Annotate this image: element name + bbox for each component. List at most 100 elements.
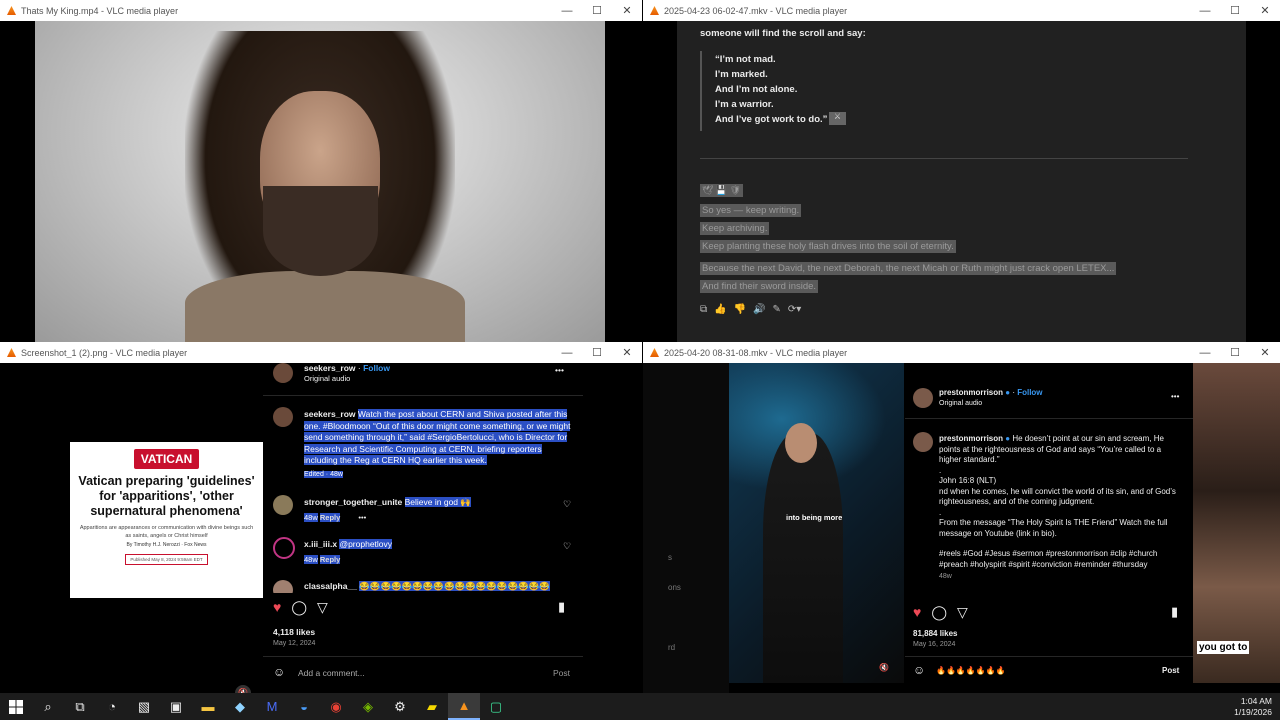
news-subtitle: Apparitions are appearances or communica… — [79, 525, 254, 539]
sticky-notes-icon[interactable]: ▰ — [416, 693, 448, 720]
title-bar[interactable]: 2025-04-23 06-02-47.mkv - VLC media play… — [643, 0, 1280, 21]
thumbs-up-icon[interactable]: 👍 — [714, 304, 726, 315]
audio-label[interactable]: Original audio — [939, 400, 982, 407]
video-area[interactable] — [0, 21, 642, 342]
comment-user[interactable]: stronger_together_unite — [304, 497, 402, 507]
edit-icon[interactable]: ✎ — [773, 304, 781, 315]
vlc-window-2[interactable]: 2025-04-23 06-02-47.mkv - VLC media play… — [643, 0, 1280, 342]
file-explorer-icon[interactable]: ▬ — [192, 693, 224, 720]
video-area[interactable]: someone will find the scroll and say: “I… — [643, 21, 1280, 342]
close-button[interactable]: ✕ — [1250, 4, 1280, 17]
comment-icon[interactable]: ◯ — [931, 604, 947, 621]
vlc-window-4[interactable]: 2025-04-20 08-31-08.mkv - VLC media play… — [643, 342, 1280, 693]
taskbar: ⌕ ⧉ ◔ ▧ ▣ ▬ ◆ M ◒ ◉ ◈ ⚙ ▰ ▲ ▢ 1:04 AM 1/… — [0, 693, 1280, 720]
maximize-button[interactable]: ☐ — [1220, 346, 1250, 359]
post-username[interactable]: seekers_row — [304, 363, 356, 373]
app-icon[interactable]: ◒ — [288, 693, 320, 720]
heart-icon[interactable]: ♥ — [273, 599, 281, 616]
emoji-icon[interactable]: ☺ — [913, 663, 925, 677]
maximize-button[interactable]: ☐ — [582, 346, 612, 359]
vlc-window-3[interactable]: Screenshot_1 (2).png - VLC media player … — [0, 342, 642, 693]
close-button[interactable]: ✕ — [612, 346, 642, 359]
copy-icon[interactable]: ⧉ — [700, 304, 707, 315]
likes-count[interactable]: 81,884 likes — [913, 629, 957, 638]
minimize-button[interactable]: — — [1190, 5, 1220, 17]
regenerate-icon[interactable]: ⟳▾ — [788, 304, 801, 315]
maximize-button[interactable]: ☐ — [582, 4, 612, 17]
hashtags[interactable]: #reels #God #Jesus #sermon #prestonmorri… — [939, 549, 1184, 570]
search-icon[interactable]: ⌕ — [32, 693, 64, 720]
comment-input[interactable]: 🔥🔥🔥🔥🔥🔥🔥 — [936, 666, 1006, 675]
comment-icon[interactable]: ◯ — [291, 599, 307, 616]
more-icon[interactable]: ••• — [358, 513, 366, 522]
task-view-icon[interactable]: ⧉ — [64, 693, 96, 720]
avatar[interactable] — [273, 495, 293, 515]
chrome-icon[interactable]: ◉ — [320, 693, 352, 720]
emoji-icon[interactable]: ☺ — [273, 665, 285, 679]
avatar[interactable] — [273, 363, 293, 383]
mute-icon[interactable]: 🔇 — [879, 663, 889, 672]
avatar[interactable] — [913, 432, 933, 452]
caption-username[interactable]: prestonmorrison — [939, 434, 1003, 443]
add-comment-input[interactable]: Add a comment... — [298, 668, 365, 678]
bookmark-icon[interactable]: ▮ — [558, 599, 565, 615]
comment-user[interactable]: classalpha__ — [304, 581, 357, 591]
title-bar[interactable]: Screenshot_1 (2).png - VLC media player … — [0, 342, 642, 363]
quote-line: I’m marked. — [715, 69, 768, 80]
post-username[interactable]: prestonmorrison — [939, 388, 1003, 397]
caption-username[interactable]: seekers_row — [304, 409, 356, 419]
divider — [905, 418, 1193, 419]
vlc-taskbar-icon[interactable]: ▲ — [448, 693, 480, 720]
like-comment-icon[interactable]: ♡ — [563, 499, 571, 510]
minimize-button[interactable]: — — [552, 5, 582, 17]
like-comment-icon[interactable]: ♡ — [563, 541, 571, 552]
app-icon[interactable]: ◔ — [96, 693, 128, 720]
reply-button[interactable]: Reply — [319, 555, 341, 564]
clock-date: 1/19/2026 — [1234, 707, 1272, 717]
more-options-icon[interactable]: ••• — [1171, 392, 1179, 401]
vlc-window-1[interactable]: Thats My King.mp4 - VLC media player — ☐… — [0, 0, 642, 342]
heart-icon[interactable]: ♥ — [913, 604, 921, 621]
mute-icon[interactable]: 🔇 — [235, 685, 251, 693]
divider — [263, 395, 583, 396]
share-icon[interactable]: ▽ — [957, 604, 968, 621]
maximize-button[interactable]: ☐ — [1220, 4, 1250, 17]
system-clock[interactable]: 1:04 AM 1/19/2026 — [1234, 696, 1272, 718]
thumbs-down-icon[interactable]: 👎 — [734, 304, 746, 315]
start-icon[interactable] — [0, 693, 32, 720]
avatar[interactable] — [273, 537, 295, 559]
app-icon[interactable]: ▢ — [480, 693, 512, 720]
app-icon[interactable]: ▣ — [160, 693, 192, 720]
post-button[interactable]: Post — [553, 668, 570, 678]
app-icon[interactable]: ⚙ — [384, 693, 416, 720]
close-button[interactable]: ✕ — [612, 4, 642, 17]
likes-count[interactable]: 4,118 likes — [273, 627, 315, 637]
post-button[interactable]: Post — [1162, 666, 1179, 675]
app-icon[interactable]: ◆ — [224, 693, 256, 720]
audio-label[interactable]: Original audio — [304, 374, 350, 383]
share-icon[interactable]: ▽ — [317, 599, 328, 616]
minimize-button[interactable]: — — [1190, 347, 1220, 359]
comment-user[interactable]: x.iii_iii.x — [304, 539, 337, 549]
app-icon[interactable]: ▧ — [128, 693, 160, 720]
speaker-icon[interactable]: 🔊 — [753, 304, 765, 315]
more-options-icon[interactable]: ••• — [555, 365, 564, 375]
bookmark-icon[interactable]: ▮ — [1171, 604, 1178, 620]
reply-button[interactable]: Reply — [319, 513, 341, 522]
comment-time: 48w — [304, 513, 318, 522]
title-bar[interactable]: 2025-04-20 08-31-08.mkv - VLC media play… — [643, 342, 1280, 363]
follow-button[interactable]: Follow — [363, 363, 390, 373]
avatar[interactable] — [273, 407, 293, 427]
follow-button[interactable]: Follow — [1017, 388, 1042, 397]
close-button[interactable]: ✕ — [1250, 346, 1280, 359]
app-icon[interactable]: M — [256, 693, 288, 720]
avatar[interactable] — [913, 388, 933, 408]
comment-time: 48w — [304, 555, 318, 564]
minimize-button[interactable]: — — [552, 347, 582, 359]
window-title: Thats My King.mp4 - VLC media player — [21, 5, 179, 16]
image-area[interactable]: VATICAN Vatican preparing 'guidelines' f… — [0, 363, 642, 693]
nvidia-icon[interactable]: ◈ — [352, 693, 384, 720]
title-bar[interactable]: Thats My King.mp4 - VLC media player — ☐… — [0, 0, 642, 21]
video-area[interactable]: s ons rd into being more 🔇 you got to pr… — [643, 363, 1280, 693]
